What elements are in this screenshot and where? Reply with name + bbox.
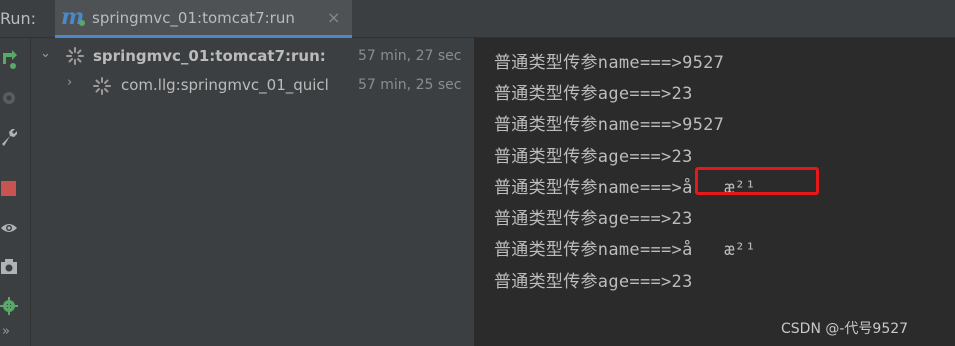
chevron-right-icon[interactable]: › <box>67 75 72 90</box>
tree-item-label: springmvc_01:tomcat7:run: <box>93 47 326 65</box>
tab-title: springmvc_01:tomcat7:run <box>92 9 295 27</box>
console-line: 普通类型传参name===>å æ²¹ <box>494 240 756 260</box>
settings-gear-icon[interactable] <box>0 296 18 316</box>
camera-icon[interactable] <box>0 256 18 276</box>
loading-spinner-icon <box>93 77 111 95</box>
close-tab-button[interactable]: × <box>327 8 340 27</box>
maven-icon: m <box>61 4 85 30</box>
console-line: 普通类型传参name===>9527 <box>494 115 725 135</box>
eye-icon[interactable] <box>0 218 18 238</box>
garbled-text-highlight <box>695 167 819 195</box>
tree-item-label: com.llg:springmvc_01_quicl <box>121 76 329 94</box>
chevron-down-icon[interactable]: ⌄ <box>40 46 51 61</box>
tree-item-root[interactable]: ⌄ springmvc_01:tomcat7:run: 57 min, 27 s… <box>31 45 474 69</box>
console-line: 普通类型传参name===>9527 <box>494 53 725 73</box>
loading-spinner-icon <box>66 47 84 65</box>
console-line: 普通类型传参age===>23 <box>494 147 693 167</box>
stop-icon[interactable] <box>0 178 18 198</box>
tree-item-child[interactable]: › com.llg:springmvc_01_quicl 57 min, 25 … <box>31 74 474 98</box>
tree-item-duration: 57 min, 27 sec <box>358 48 462 64</box>
running-indicator-icon <box>79 20 85 26</box>
console-line: 普通类型传参age===>23 <box>494 209 693 229</box>
more-icon[interactable]: » <box>2 324 10 339</box>
run-label: Run: <box>0 9 37 28</box>
rerun-icon[interactable] <box>0 50 18 70</box>
watermark: CSDN @-代号9527 <box>781 321 909 337</box>
run-toolbar: » <box>0 38 31 346</box>
run-tree: ⌄ springmvc_01:tomcat7:run: 57 min, 27 s… <box>31 38 474 346</box>
run-tab-bar: Run: m springmvc_01:tomcat7:run × <box>0 0 955 38</box>
debug-icon[interactable] <box>0 88 18 108</box>
run-tab[interactable]: m springmvc_01:tomcat7:run × <box>55 0 352 38</box>
console-line: 普通类型传参age===>23 <box>494 84 693 104</box>
wrench-icon[interactable] <box>0 127 18 147</box>
tree-item-duration: 57 min, 25 sec <box>358 77 462 93</box>
console-line: 普通类型传参age===>23 <box>494 272 693 292</box>
